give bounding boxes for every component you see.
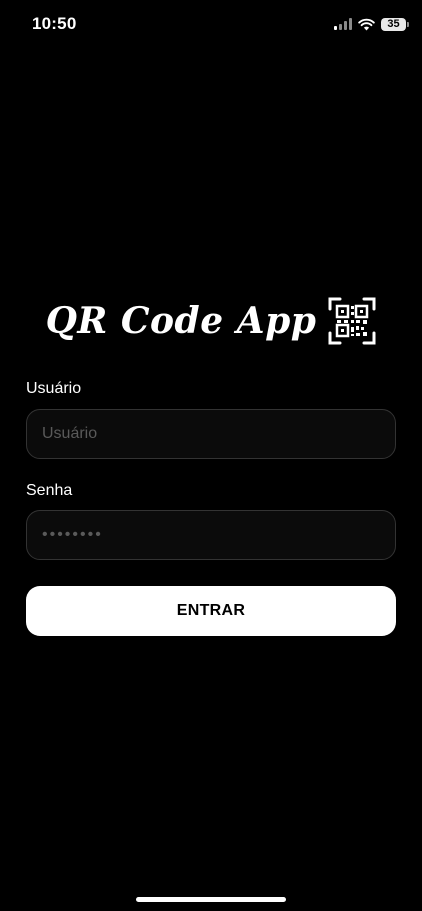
battery-level: 35 [387, 17, 400, 30]
wifi-icon [358, 18, 375, 30]
app-title: QR Code App [45, 300, 317, 342]
username-label: Usuário [26, 380, 82, 397]
signal-icon [334, 18, 352, 30]
app-logo: QR Code App [0, 290, 422, 352]
status-icons: 35 [334, 16, 409, 32]
username-input[interactable] [26, 409, 396, 459]
qr-code-icon [328, 297, 376, 345]
status-time: 10:50 [32, 14, 77, 33]
status-bar: 10:50 35 [0, 0, 422, 50]
login-button[interactable]: ENTRAR [26, 586, 396, 636]
home-indicator[interactable] [136, 897, 286, 902]
password-input[interactable] [26, 510, 396, 560]
battery-icon: 35 [381, 17, 409, 31]
password-label: Senha [26, 482, 73, 499]
